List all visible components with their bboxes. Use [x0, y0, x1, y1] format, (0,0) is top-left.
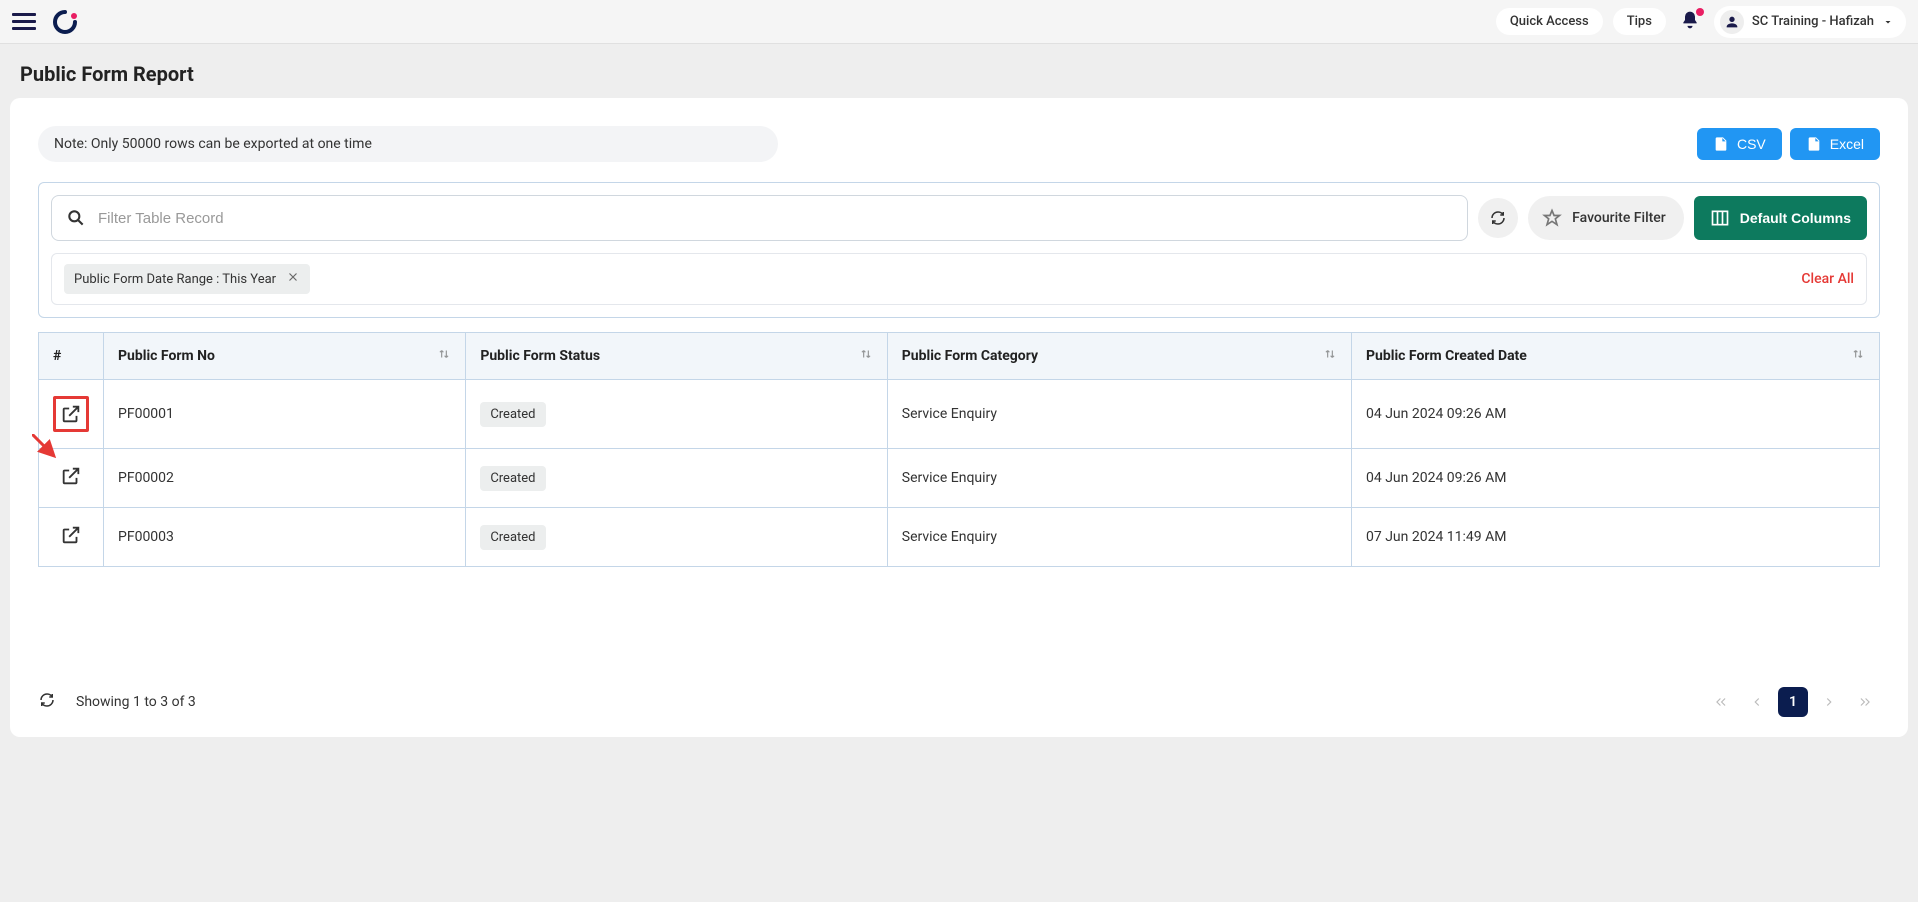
user-menu[interactable]: SC Training - Hafizah [1714, 6, 1906, 38]
cell-form-no: PF00002 [104, 449, 466, 508]
report-card: Note: Only 50000 rows can be exported at… [10, 98, 1908, 737]
col-action: # [39, 333, 104, 380]
footer-refresh-button[interactable] [38, 691, 56, 713]
sort-icon[interactable] [1323, 347, 1337, 365]
menu-icon[interactable] [12, 10, 36, 34]
user-name: SC Training - Hafizah [1752, 14, 1874, 29]
favourite-filter-button[interactable]: Favourite Filter [1528, 196, 1684, 240]
col-category[interactable]: Public Form Category [887, 333, 1351, 380]
table-row: PF00002 Created Service Enquiry 04 Jun 2… [39, 449, 1880, 508]
open-row-button[interactable] [60, 524, 82, 546]
refresh-button[interactable] [1478, 198, 1518, 238]
open-row-button[interactable] [60, 403, 82, 425]
refresh-icon [38, 691, 56, 709]
cell-category: Service Enquiry [887, 380, 1351, 449]
quick-access-button[interactable]: Quick Access [1496, 8, 1603, 35]
export-note: Note: Only 50000 rows can be exported at… [38, 126, 778, 162]
col-status[interactable]: Public Form Status [466, 333, 887, 380]
results-table: # Public Form No Public Form Status [38, 332, 1880, 567]
chevrons-right-icon [1858, 695, 1872, 709]
page-title: Public Form Report [0, 44, 1918, 98]
cell-form-no: PF00001 [104, 380, 466, 449]
default-columns-button[interactable]: Default Columns [1694, 196, 1867, 240]
chevron-right-icon [1822, 695, 1836, 709]
export-csv-button[interactable]: CSV [1697, 128, 1782, 160]
filter-chip-date-range: Public Form Date Range : This Year [64, 264, 310, 294]
results-summary: Showing 1 to 3 of 3 [76, 694, 196, 710]
notifications-button[interactable] [1676, 10, 1704, 34]
person-icon [1724, 14, 1740, 30]
open-row-button[interactable] [60, 465, 82, 487]
export-excel-button[interactable]: Excel [1790, 128, 1880, 160]
cell-created: 04 Jun 2024 09:26 AM [1352, 449, 1880, 508]
col-form-no[interactable]: Public Form No [104, 333, 466, 380]
avatar [1720, 10, 1744, 34]
open-in-new-icon [60, 465, 82, 487]
cell-category: Service Enquiry [887, 449, 1351, 508]
clear-all-button[interactable]: Clear All [1801, 271, 1854, 287]
file-icon [1713, 136, 1729, 152]
page-next-button[interactable] [1814, 687, 1844, 717]
cell-created: 07 Jun 2024 11:49 AM [1352, 508, 1880, 567]
top-bar: Quick Access Tips SC Training - Hafizah [0, 0, 1918, 44]
status-badge: Created [480, 525, 545, 550]
sort-icon[interactable] [859, 347, 873, 365]
chevrons-left-icon [1714, 695, 1728, 709]
search-box [51, 195, 1468, 241]
page-first-button[interactable] [1706, 687, 1736, 717]
pagination: 1 [1706, 687, 1880, 717]
search-input[interactable] [98, 210, 1453, 227]
sort-icon[interactable] [1851, 347, 1865, 365]
filter-panel: Favourite Filter Default Columns Public … [38, 182, 1880, 318]
col-created[interactable]: Public Form Created Date [1352, 333, 1880, 380]
app-logo [52, 9, 78, 35]
status-badge: Created [480, 466, 545, 491]
sort-icon[interactable] [437, 347, 451, 365]
close-icon [286, 270, 300, 284]
table-row: PF00003 Created Service Enquiry 07 Jun 2… [39, 508, 1880, 567]
tips-button[interactable]: Tips [1613, 8, 1666, 35]
cell-category: Service Enquiry [887, 508, 1351, 567]
cell-form-no: PF00003 [104, 508, 466, 567]
page-prev-button[interactable] [1742, 687, 1772, 717]
active-filters: Public Form Date Range : This Year Clear… [51, 253, 1867, 305]
open-in-new-icon [60, 524, 82, 546]
chevron-left-icon [1750, 695, 1764, 709]
table-row: PF00001 Created Service Enquiry 04 Jun 2… [39, 380, 1880, 449]
star-icon [1542, 208, 1562, 228]
file-icon [1806, 136, 1822, 152]
page-last-button[interactable] [1850, 687, 1880, 717]
open-in-new-icon [60, 403, 82, 425]
columns-icon [1710, 208, 1730, 228]
cell-created: 04 Jun 2024 09:26 AM [1352, 380, 1880, 449]
refresh-icon [1489, 209, 1507, 227]
chip-label: Public Form Date Range : This Year [74, 272, 276, 287]
status-badge: Created [480, 402, 545, 427]
chip-remove-button[interactable] [286, 270, 300, 288]
page-number-button[interactable]: 1 [1778, 687, 1808, 717]
chevron-down-icon [1882, 16, 1894, 28]
search-icon [66, 208, 86, 228]
annotation-highlight [53, 396, 89, 432]
